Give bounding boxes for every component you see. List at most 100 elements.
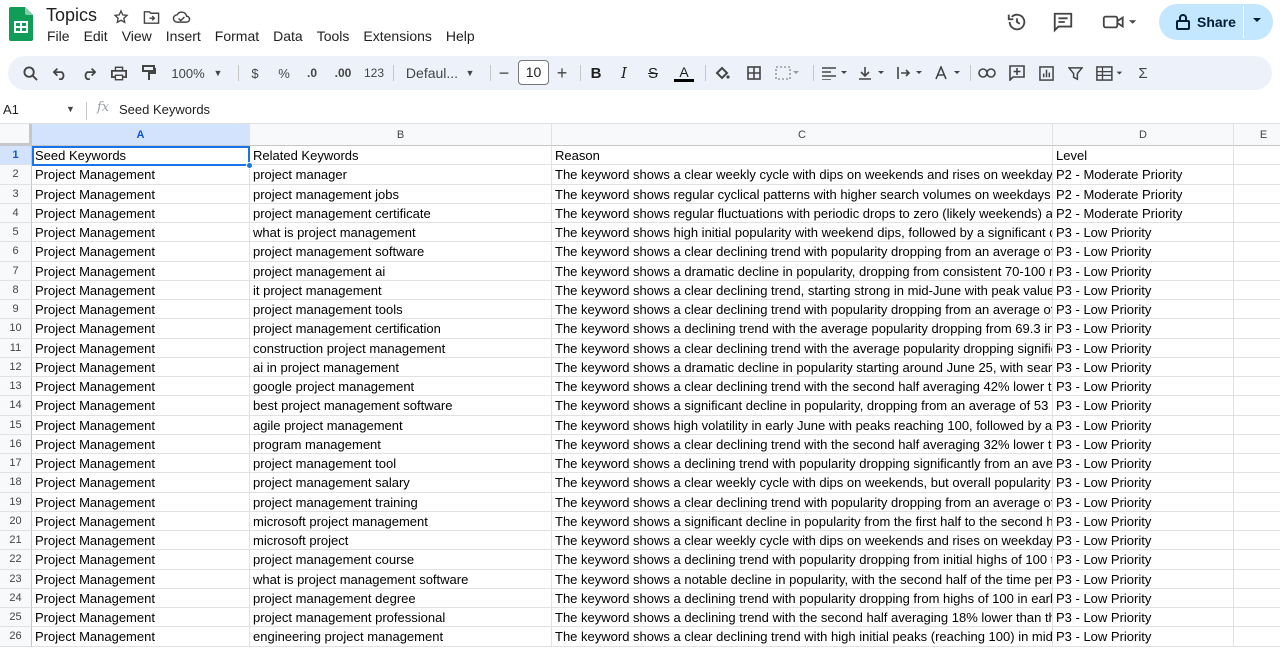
- menu-format[interactable]: Format: [208, 28, 266, 44]
- cell-d[interactable]: P3 - Low Priority: [1053, 550, 1234, 570]
- insert-chart-icon[interactable]: [1036, 56, 1056, 90]
- cell-c[interactable]: The keyword shows a clear declining tren…: [552, 627, 1053, 647]
- filter-icon[interactable]: [1065, 56, 1085, 90]
- cloud-saved-icon[interactable]: [170, 7, 192, 27]
- cell-e[interactable]: [1234, 589, 1280, 608]
- paint-format-icon[interactable]: [138, 56, 160, 90]
- cell-c[interactable]: The keyword shows a declining trend with…: [552, 319, 1053, 339]
- cell-c[interactable]: The keyword shows a clear declining tren…: [552, 377, 1053, 397]
- column-header-b[interactable]: B: [250, 124, 552, 146]
- cell-a[interactable]: Project Management: [32, 434, 250, 454]
- cell-d[interactable]: P3 - Low Priority: [1053, 588, 1234, 608]
- cell-a[interactable]: Project Management: [32, 492, 250, 512]
- chevron-down-icon[interactable]: [1252, 15, 1262, 25]
- cell-c[interactable]: The keyword shows a clear weekly cycle w…: [552, 531, 1053, 551]
- cell-a[interactable]: Project Management: [32, 203, 250, 223]
- bold-icon[interactable]: B: [588, 56, 604, 90]
- cell-b[interactable]: project management software: [250, 242, 552, 262]
- cell-a[interactable]: Project Management: [32, 319, 250, 339]
- cell-d[interactable]: P2 - Moderate Priority: [1053, 184, 1234, 204]
- cell-e[interactable]: [1234, 165, 1280, 185]
- cell-e[interactable]: [1234, 146, 1280, 166]
- insert-comment-icon[interactable]: [1007, 56, 1027, 90]
- cell-c[interactable]: The keyword shows a declining trend with…: [552, 550, 1053, 570]
- cell-d[interactable]: P3 - Low Priority: [1053, 415, 1234, 435]
- cell-b[interactable]: project management tool: [250, 454, 552, 474]
- cell-e[interactable]: [1234, 204, 1280, 223]
- cell-a[interactable]: Project Management: [32, 261, 250, 281]
- cell-d[interactable]: P3 - Low Priority: [1053, 608, 1234, 628]
- text-color-icon[interactable]: A: [674, 56, 694, 90]
- zoom-select[interactable]: 100%: [168, 56, 208, 90]
- horizontal-align-icon[interactable]: [820, 56, 850, 90]
- cell-b[interactable]: project manager: [250, 165, 552, 185]
- row-header[interactable]: 2: [0, 165, 32, 185]
- cell-c[interactable]: The keyword shows regular cyclical patte…: [552, 184, 1053, 204]
- increase-font-size-icon[interactable]: +: [555, 56, 569, 90]
- cell-a[interactable]: Project Management: [32, 300, 250, 320]
- cell-c[interactable]: The keyword shows a clear declining tren…: [552, 338, 1053, 358]
- increase-decimal-button[interactable]: .00: [330, 56, 356, 90]
- cell-e[interactable]: [1234, 550, 1280, 570]
- strikethrough-icon[interactable]: S: [645, 56, 661, 90]
- number-format-button[interactable]: 123: [362, 56, 386, 90]
- cell-a[interactable]: Project Management: [32, 454, 250, 474]
- document-title[interactable]: Topics: [46, 5, 97, 26]
- cell-a[interactable]: Project Management: [32, 550, 250, 570]
- cell-b[interactable]: it project management: [250, 280, 552, 300]
- font-select[interactable]: Defaul...: [404, 56, 460, 90]
- row-header[interactable]: 13: [0, 377, 32, 397]
- cell-e[interactable]: [1234, 319, 1280, 339]
- cell-d[interactable]: P3 - Low Priority: [1053, 492, 1234, 512]
- cell-c[interactable]: The keyword shows high initial popularit…: [552, 223, 1053, 243]
- decrease-decimal-button[interactable]: .0: [301, 56, 323, 90]
- cell-b[interactable]: project management certificate: [250, 203, 552, 223]
- share-button[interactable]: Share: [1159, 4, 1273, 40]
- menu-insert[interactable]: Insert: [159, 28, 208, 44]
- cell-c[interactable]: The keyword shows a clear weekly cycle w…: [552, 473, 1053, 493]
- cell-d[interactable]: P3 - Low Priority: [1053, 627, 1234, 647]
- cell-c[interactable]: Reason: [552, 146, 1053, 166]
- name-box[interactable]: A1: [3, 102, 19, 117]
- cell-c[interactable]: The keyword shows a dramatic decline in …: [552, 261, 1053, 281]
- functions-icon[interactable]: Σ: [1134, 56, 1152, 90]
- cell-a[interactable]: Project Management: [32, 473, 250, 493]
- select-all-corner[interactable]: [0, 124, 32, 146]
- cell-b[interactable]: project management ai: [250, 261, 552, 281]
- cell-e[interactable]: [1234, 570, 1280, 589]
- percent-format-button[interactable]: %: [275, 56, 293, 90]
- merge-cells-icon[interactable]: [774, 56, 800, 90]
- cell-b[interactable]: engineering project management: [250, 627, 552, 647]
- comments-icon[interactable]: [1049, 10, 1077, 34]
- cell-a[interactable]: Project Management: [32, 531, 250, 551]
- row-header[interactable]: 4: [0, 203, 32, 223]
- column-header-a[interactable]: A: [32, 124, 250, 146]
- cell-e[interactable]: [1234, 358, 1280, 377]
- cell-d[interactable]: P2 - Moderate Priority: [1053, 203, 1234, 223]
- cell-c[interactable]: The keyword shows a clear declining tren…: [552, 280, 1053, 300]
- zoom-caret-icon[interactable]: ▼: [212, 56, 224, 90]
- filter-views-icon[interactable]: [1093, 56, 1127, 90]
- menu-view[interactable]: View: [115, 28, 159, 44]
- cell-b[interactable]: project management jobs: [250, 184, 552, 204]
- cell-b[interactable]: project management tools: [250, 300, 552, 320]
- cell-b[interactable]: project management course: [250, 550, 552, 570]
- cell-c[interactable]: The keyword shows a clear declining tren…: [552, 492, 1053, 512]
- star-icon[interactable]: [110, 7, 132, 27]
- undo-icon[interactable]: [50, 56, 70, 90]
- cell-d[interactable]: P3 - Low Priority: [1053, 531, 1234, 551]
- cell-a[interactable]: Project Management: [32, 223, 250, 243]
- cell-e[interactable]: [1234, 339, 1280, 358]
- formula-input[interactable]: Seed Keywords: [119, 102, 210, 117]
- cell-d[interactable]: P3 - Low Priority: [1053, 242, 1234, 262]
- cell-c[interactable]: The keyword shows a clear weekly cycle w…: [552, 165, 1053, 185]
- cell-e[interactable]: [1234, 262, 1280, 281]
- column-header-c[interactable]: C: [552, 124, 1053, 146]
- row-header[interactable]: 20: [0, 511, 32, 531]
- fill-color-icon[interactable]: [713, 56, 731, 90]
- name-box-caret-icon[interactable]: ▼: [66, 104, 75, 114]
- cell-b[interactable]: project management certification: [250, 319, 552, 339]
- row-header[interactable]: 10: [0, 319, 32, 339]
- cell-d[interactable]: P3 - Low Priority: [1053, 300, 1234, 320]
- vertical-align-icon[interactable]: [857, 56, 887, 90]
